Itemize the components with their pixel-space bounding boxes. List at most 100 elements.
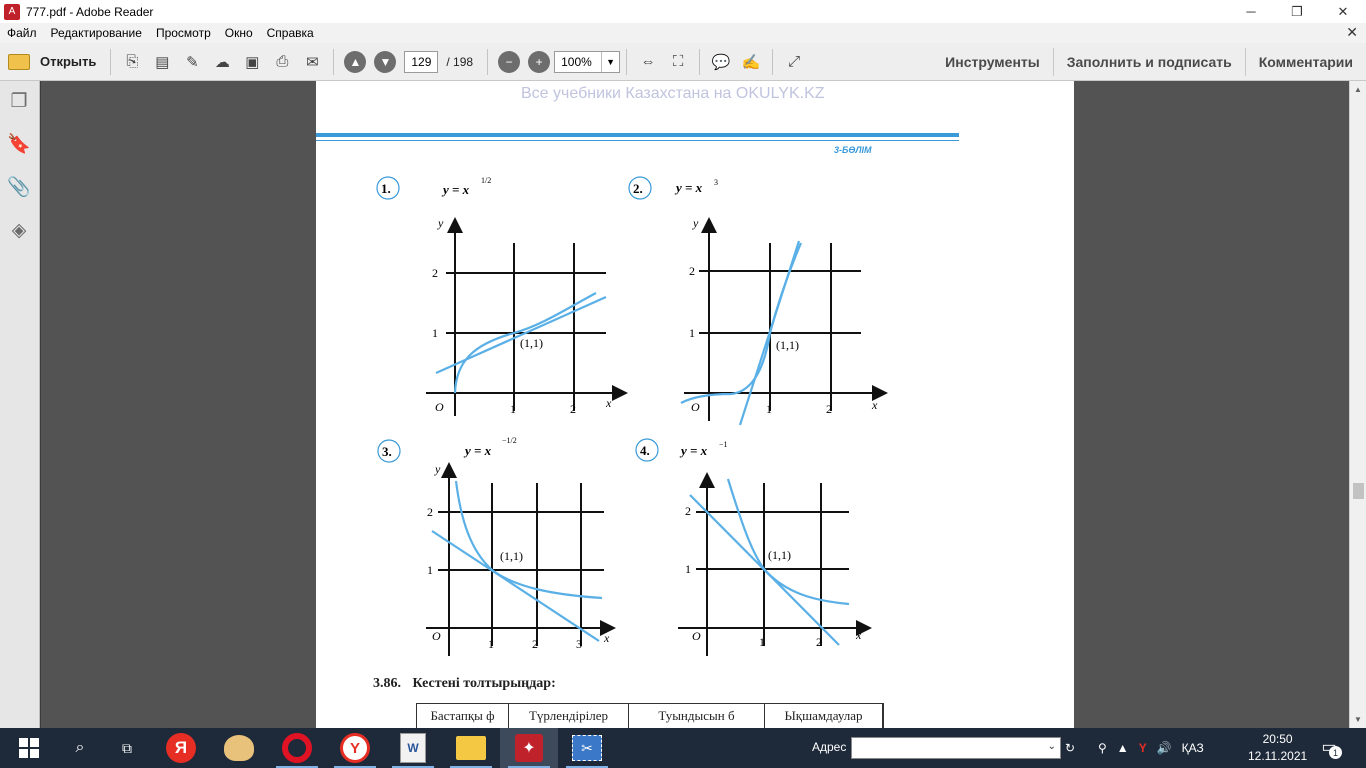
- layers-icon[interactable]: ◈: [7, 218, 31, 242]
- close-document-button[interactable]: ✕: [1346, 24, 1358, 41]
- adobe-reader-app[interactable]: ✦: [500, 728, 558, 768]
- search-button[interactable]: ⌕: [58, 728, 102, 768]
- prev-page-button[interactable]: ▲: [340, 48, 370, 76]
- graph-1-number: 1.: [381, 181, 391, 196]
- graph-3-number: 3.: [382, 444, 392, 459]
- create-pdf-icon[interactable]: ⎘: [117, 48, 147, 76]
- graph-2-exponent: 3: [714, 178, 718, 187]
- next-page-button[interactable]: ▼: [370, 48, 400, 76]
- explorer-app[interactable]: [442, 728, 500, 768]
- graph-1-x-label: x: [605, 396, 612, 410]
- scroll-down-icon[interactable]: ▼: [1350, 711, 1366, 728]
- language-indicator[interactable]: ҚАЗ: [1182, 741, 1204, 755]
- document-area[interactable]: Все учебники Казахстана на OKULYK.KZ 3-Б…: [41, 81, 1349, 728]
- graph-1-origin: O: [435, 400, 444, 414]
- address-input[interactable]: ⌄: [851, 737, 1061, 759]
- word-app[interactable]: W: [384, 728, 442, 768]
- start-button[interactable]: [0, 728, 58, 768]
- zoom-in-button[interactable]: +: [524, 48, 554, 76]
- close-button[interactable]: ✕: [1320, 0, 1366, 23]
- upload-cloud-icon[interactable]: ☁: [207, 48, 237, 76]
- tools-tab[interactable]: Инструменты: [932, 48, 1053, 76]
- minimize-button[interactable]: ─: [1228, 0, 1274, 23]
- graph-4-formula: y = x: [679, 443, 708, 458]
- pages-icon[interactable]: ❐: [7, 89, 31, 113]
- graph-1-exponent: 1/2: [481, 176, 491, 185]
- word-icon: W: [400, 733, 426, 763]
- graph-3-y-tick-2: 2: [427, 505, 433, 519]
- table-header-cell: Ықшамдаулар: [765, 704, 883, 728]
- menu-window[interactable]: Окно: [218, 26, 260, 40]
- attachment-icon[interactable]: 📎: [7, 175, 31, 199]
- navigation-pane: ❐ 🔖 📎 ◈: [0, 81, 40, 728]
- graph-4-x-label: x: [855, 628, 862, 642]
- graphs-figure: 1. y = x 1/2 (1,1) O 1 2 1 2 x y 2. y = …: [376, 176, 888, 656]
- separator: [110, 48, 112, 75]
- fit-page-icon[interactable]: ⛶: [663, 48, 693, 76]
- graph-2-origin: O: [691, 400, 700, 414]
- fill-sign-tab[interactable]: Заполнить и подписать: [1052, 48, 1245, 76]
- taskbar: ⌕ ⧉ Я Y W ✦ ✂ Адрес ⌄ ↻ ⚲ ▲ Y 🔊 ҚАЗ 20:5…: [0, 728, 1366, 768]
- highlight-icon[interactable]: ✍: [736, 48, 766, 76]
- arrow-up-icon: ▲: [344, 50, 367, 73]
- graph-2-number: 2.: [633, 181, 643, 196]
- exercise-table: Бастапқы ф Түрлендірілер Туындысын б Ықш…: [416, 703, 884, 728]
- restore-button[interactable]: ❐: [1274, 0, 1320, 23]
- toolbar: Открыть ⎘ ▤ ✎ ☁ ▣ ⎙ ✉ ▲ ▼ 129 / 198 − + …: [0, 43, 1366, 81]
- fullscreen-icon[interactable]: ⤢: [779, 48, 809, 76]
- email-icon[interactable]: ✉: [297, 48, 327, 76]
- menu-help[interactable]: Справка: [260, 26, 321, 40]
- save-icon[interactable]: ▣: [237, 48, 267, 76]
- page-number-input[interactable]: 129: [404, 50, 439, 73]
- clock[interactable]: 20:50 12.11.2021: [1248, 731, 1307, 765]
- edit-pdf-icon[interactable]: ✎: [177, 48, 207, 76]
- clock-date: 12.11.2021: [1248, 749, 1308, 763]
- yandex-browser-app[interactable]: Y: [326, 728, 384, 768]
- open-button[interactable]: Открыть: [0, 53, 104, 70]
- chevron-down-icon: ▼: [601, 51, 619, 72]
- graph-4-y-tick-1: 1: [685, 562, 691, 576]
- minus-icon: −: [498, 50, 521, 73]
- graph-4-number: 4.: [640, 443, 650, 458]
- export-pdf-icon[interactable]: ▤: [147, 48, 177, 76]
- opera-app[interactable]: [268, 728, 326, 768]
- people-icon[interactable]: ⚲: [1098, 741, 1107, 755]
- volume-icon[interactable]: 🔊: [1157, 741, 1172, 755]
- menu-edit[interactable]: Редактирование: [44, 26, 149, 40]
- menu-view[interactable]: Просмотр: [149, 26, 218, 40]
- separator: [626, 48, 628, 75]
- task-view-button[interactable]: ⧉: [102, 728, 152, 768]
- graph-3-formula: y = x: [463, 443, 492, 458]
- refresh-icon[interactable]: ↻: [1062, 738, 1078, 758]
- scroll-thumb[interactable]: [1353, 483, 1364, 499]
- acrobat-icon: A: [4, 3, 20, 20]
- chevron-up-icon[interactable]: ▲: [1117, 741, 1129, 755]
- graph-3-tangent: [431, 530, 600, 642]
- notification-center-button[interactable]: ▭ 1: [1316, 734, 1342, 760]
- comment-bubble-icon[interactable]: 💬: [706, 48, 736, 76]
- paint-app[interactable]: [210, 728, 268, 768]
- graph-3-origin: O: [432, 629, 441, 643]
- menu-file[interactable]: Файл: [0, 26, 44, 40]
- vertical-scrollbar[interactable]: ▲ ▼: [1349, 81, 1366, 728]
- table-header-cell: Туындысын б: [629, 704, 765, 728]
- graph-4-exponent: −1: [719, 440, 728, 449]
- yandex-app[interactable]: Я: [152, 728, 210, 768]
- separator: [699, 48, 701, 75]
- graph-2-y-tick-2: 2: [689, 264, 695, 278]
- table-header-cell: Бастапқы ф: [417, 704, 509, 728]
- yandex-tray-icon[interactable]: Y: [1139, 741, 1147, 755]
- print-icon[interactable]: ⎙: [267, 48, 297, 76]
- scroll-up-icon[interactable]: ▲: [1350, 81, 1366, 98]
- chevron-down-icon[interactable]: ⌄: [1048, 741, 1056, 752]
- comment-tab[interactable]: Комментарии: [1244, 48, 1366, 76]
- zoom-select[interactable]: 100% ▼: [554, 50, 621, 73]
- fit-width-icon[interactable]: ⇔: [633, 48, 663, 76]
- windows-icon: [19, 738, 39, 758]
- separator: [333, 48, 335, 75]
- plus-icon: +: [528, 50, 551, 73]
- bookmark-icon[interactable]: 🔖: [7, 132, 31, 156]
- zoom-out-button[interactable]: −: [494, 48, 524, 76]
- graph-4: 4. y = x −1 (1,1) O 1 2 1 2 x: [635, 438, 872, 656]
- snipping-tool-app[interactable]: ✂: [558, 728, 616, 768]
